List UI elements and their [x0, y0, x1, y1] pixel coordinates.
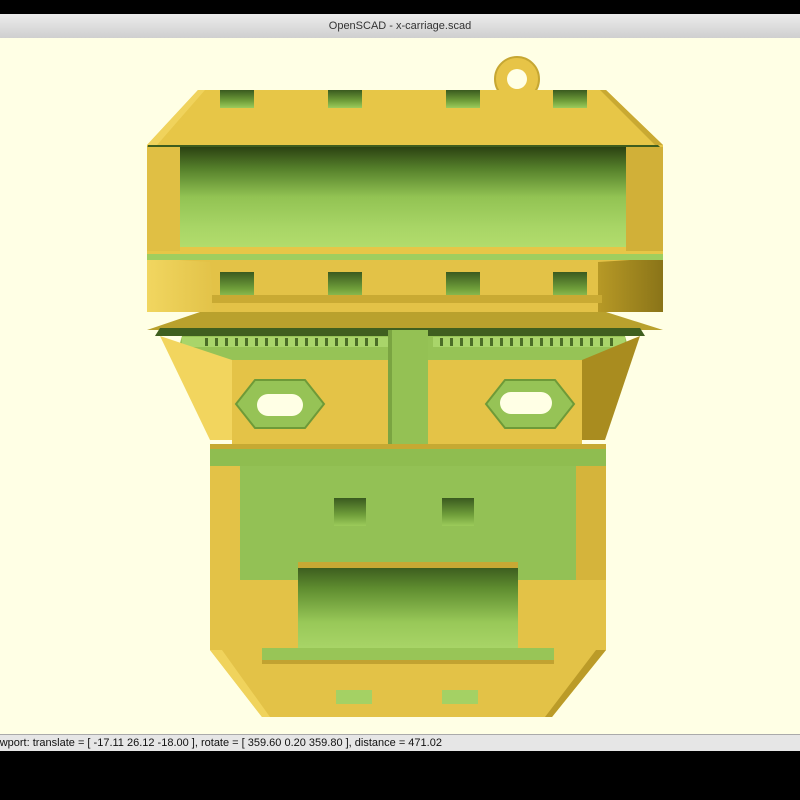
top-bearing-housing — [147, 90, 663, 254]
green-shelf — [210, 444, 606, 466]
status-bar: Viewport: translate = [ -17.11 26.12 -18… — [0, 734, 800, 751]
middle-band — [147, 254, 663, 312]
screen-bottom-border — [0, 751, 800, 800]
rendered-model — [147, 56, 663, 717]
bottom-bearing-housing — [210, 562, 606, 717]
window-title-bar[interactable]: OpenSCAD - x-carriage.scad — [0, 14, 800, 39]
window-title: OpenSCAD - x-carriage.scad — [328, 20, 472, 32]
application-window: OpenSCAD - x-carriage.scad Viewport: tra… — [0, 0, 800, 800]
hex-nut-trap-right — [484, 379, 576, 429]
viewport-status-text: Viewport: translate = [ -17.11 26.12 -18… — [0, 737, 442, 749]
hex-nut-trap-left — [234, 379, 326, 429]
3d-viewport[interactable] — [0, 38, 800, 734]
